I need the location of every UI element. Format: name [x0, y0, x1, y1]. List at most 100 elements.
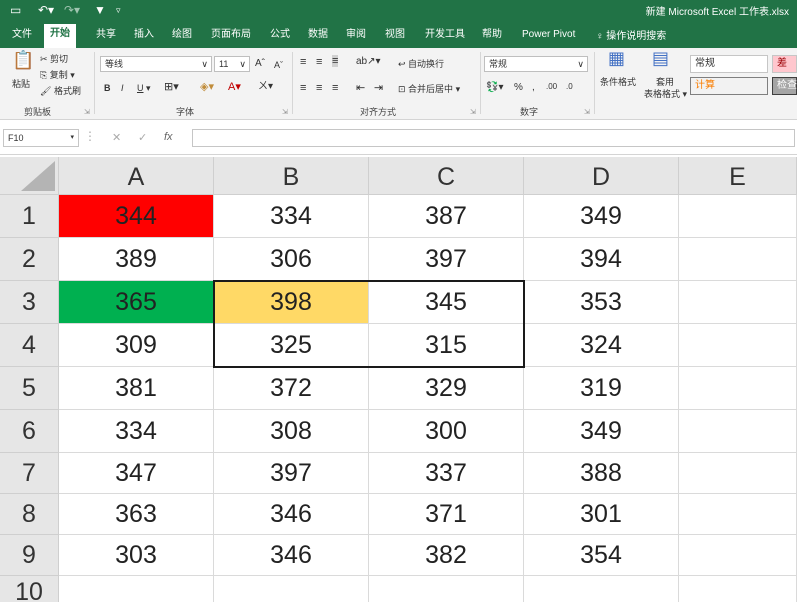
cell-b5[interactable]: 372 [214, 367, 369, 410]
cell-e10[interactable] [679, 576, 797, 602]
bold-button[interactable]: B [104, 82, 111, 94]
cell-a5[interactable]: 381 [59, 367, 214, 410]
cell-a8[interactable]: 363 [59, 494, 214, 535]
cancel-icon[interactable]: ✕ [112, 131, 121, 144]
row-header-8[interactable]: 8 [0, 494, 59, 535]
row-header-10[interactable]: 10 [0, 576, 59, 602]
cell-a1[interactable]: 344 [59, 195, 214, 238]
cell-b6[interactable]: 308 [214, 410, 369, 453]
cell-c2[interactable]: 397 [369, 238, 524, 281]
align-top-icon[interactable]: ≡ [300, 56, 306, 68]
border-icon[interactable]: ⊞▾ [164, 81, 179, 93]
tab-draw[interactable]: 绘图 [172, 27, 192, 43]
cut-button[interactable]: ✂ 剪切 [40, 53, 68, 65]
row-header-2[interactable]: 2 [0, 238, 59, 281]
cell-d7[interactable]: 388 [524, 453, 679, 494]
cell-c3[interactable]: 345 [369, 281, 524, 324]
cell-c7[interactable]: 337 [369, 453, 524, 494]
formula-input[interactable] [192, 129, 795, 147]
tab-view[interactable]: 视图 [385, 27, 405, 43]
accounting-icon[interactable]: 💱▾ [486, 82, 503, 94]
percent-button[interactable]: % [514, 82, 523, 94]
align-left-icon[interactable]: ≡ [300, 82, 306, 94]
italic-button[interactable]: I [121, 82, 124, 94]
conditional-format-button[interactable]: 条件格式 [600, 76, 636, 88]
style-calc[interactable]: 计算 [690, 77, 768, 95]
tab-data[interactable]: 数据 [308, 27, 328, 43]
style-check[interactable]: 检查 [772, 77, 797, 95]
alignment-launcher-icon[interactable]: ⇲ [470, 108, 476, 116]
redo-icon[interactable]: ↷▾ [64, 2, 80, 18]
font-launcher-icon[interactable]: ⇲ [282, 108, 288, 116]
font-name-select[interactable]: 等线 ∨ [100, 56, 212, 72]
increase-indent-icon[interactable]: ⇥ [374, 82, 383, 94]
cell-d2[interactable]: 394 [524, 238, 679, 281]
align-right-icon[interactable]: ≡ [332, 82, 338, 94]
cell-c4[interactable]: 315 [369, 324, 524, 367]
number-launcher-icon[interactable]: ⇲ [584, 108, 590, 116]
paste-icon[interactable]: 📋 [12, 51, 34, 69]
copy-button[interactable]: ⎘ 复制 ▾ [40, 69, 75, 81]
tell-me-search[interactable]: ♀ 操作说明搜索 [596, 27, 666, 42]
cell-e7[interactable] [679, 453, 797, 494]
column-header-c[interactable]: C [369, 157, 524, 195]
format-painter-button[interactable]: 🖌 格式刷 [40, 85, 81, 97]
cell-d5[interactable]: 319 [524, 367, 679, 410]
row-header-7[interactable]: 7 [0, 453, 59, 494]
undo-icon[interactable]: ↶▾ [38, 2, 54, 18]
decrease-decimal-icon[interactable]: .0 [566, 81, 573, 93]
cell-b8[interactable]: 346 [214, 494, 369, 535]
align-middle-icon[interactable]: ≡ [316, 56, 322, 68]
cell-e5[interactable] [679, 367, 797, 410]
column-header-d[interactable]: D [524, 157, 679, 195]
font-size-select[interactable]: 11 ∨ [214, 56, 250, 72]
cell-e3[interactable] [679, 281, 797, 324]
cell-a10[interactable] [59, 576, 214, 602]
cell-e4[interactable] [679, 324, 797, 367]
cell-e1[interactable] [679, 195, 797, 238]
cell-a4[interactable]: 309 [59, 324, 214, 367]
column-header-b[interactable]: B [214, 157, 369, 195]
underline-button[interactable]: U [137, 82, 144, 94]
tab-insert[interactable]: 插入 [134, 27, 154, 43]
cell-d3[interactable]: 353 [524, 281, 679, 324]
filter-icon[interactable]: ▼ [94, 2, 106, 18]
column-header-a[interactable]: A [59, 157, 214, 195]
save-icon[interactable]: ▭ [10, 2, 21, 18]
cell-b2[interactable]: 306 [214, 238, 369, 281]
cell-e6[interactable] [679, 410, 797, 453]
number-format-select[interactable]: 常规 ∨ [484, 56, 588, 72]
tab-home[interactable]: 开始 [44, 24, 76, 48]
cell-c9[interactable]: 382 [369, 535, 524, 576]
align-center-icon[interactable]: ≡ [316, 82, 322, 94]
cell-a2[interactable]: 389 [59, 238, 214, 281]
paste-button[interactable]: 粘贴 [12, 78, 30, 90]
tab-formulas[interactable]: 公式 [270, 27, 290, 43]
enter-icon[interactable]: ✓ [138, 131, 147, 144]
customize-qat-icon[interactable]: ▿ [116, 2, 121, 18]
clipboard-launcher-icon[interactable]: ⇲ [84, 108, 90, 116]
cell-b3[interactable]: 398 [214, 281, 369, 324]
tab-page-layout[interactable]: 页面布局 [211, 27, 251, 43]
row-header-5[interactable]: 5 [0, 367, 59, 410]
cell-b10[interactable] [214, 576, 369, 602]
cell-a3[interactable]: 365 [59, 281, 214, 324]
cell-c1[interactable]: 387 [369, 195, 524, 238]
cell-e8[interactable] [679, 494, 797, 535]
cell-e9[interactable] [679, 535, 797, 576]
cell-d1[interactable]: 349 [524, 195, 679, 238]
drag-handle-icon[interactable]: ⋮ [84, 129, 96, 143]
increase-decimal-icon[interactable]: .00 [546, 81, 557, 93]
tab-review[interactable]: 审阅 [346, 27, 366, 43]
orientation-icon[interactable]: ab↗▾ [356, 56, 381, 68]
cell-d10[interactable] [524, 576, 679, 602]
name-box[interactable]: F10 ▾ [3, 129, 79, 147]
row-header-6[interactable]: 6 [0, 410, 59, 453]
cell-c5[interactable]: 329 [369, 367, 524, 410]
cell-d8[interactable]: 301 [524, 494, 679, 535]
align-bottom-icon[interactable]: ≡ [332, 55, 339, 67]
cell-a6[interactable]: 334 [59, 410, 214, 453]
grow-font-button[interactable]: Aˆ [255, 58, 265, 70]
tab-share[interactable]: 共享 [96, 27, 116, 43]
row-header-3[interactable]: 3 [0, 281, 59, 324]
